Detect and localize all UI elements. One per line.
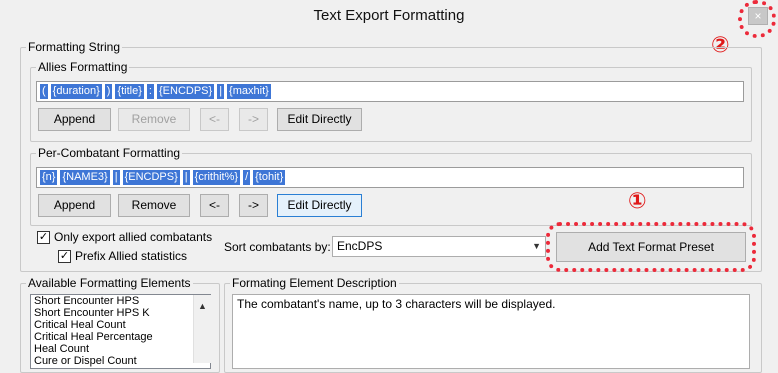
per-combatant-token[interactable]: {crithit%}	[192, 170, 241, 185]
sort-combatants-select[interactable]: EncDPS ▼	[332, 236, 546, 257]
per-combatant-remove-button[interactable]: Remove	[118, 194, 190, 217]
list-item[interactable]: Critical Heal Percentage	[31, 331, 210, 343]
highlight-ring-close	[738, 0, 776, 38]
checkmark-icon: ✓	[38, 231, 49, 243]
list-item[interactable]: Heal Count	[31, 343, 210, 355]
per-combatant-token-list: {n} {NAME3} | {ENCDPS} | {crithit%} / {tohit}	[40, 170, 288, 185]
checkmark-icon: ✓	[59, 250, 70, 262]
list-item[interactable]: Critical Heal Count	[31, 319, 210, 331]
allies-token[interactable]: {maxhit}	[227, 84, 271, 99]
per-combatant-move-right-button[interactable]: ->	[239, 194, 268, 217]
allies-token[interactable]: {duration}	[50, 84, 102, 99]
allies-edit-directly-button[interactable]: Edit Directly	[277, 108, 362, 131]
allies-remove-button[interactable]: Remove	[118, 108, 190, 131]
list-item[interactable]: Short Encounter HPS	[31, 295, 210, 307]
only-allied-label: Only export allied combatants	[54, 230, 213, 244]
per-combatant-token[interactable]: /	[243, 170, 251, 185]
per-combatant-edit-directly-button[interactable]: Edit Directly	[277, 194, 362, 217]
allies-formatting-label: Allies Formatting	[36, 60, 130, 74]
per-combatant-token[interactable]: {tohit}	[253, 170, 286, 185]
highlight-ring-preset	[546, 222, 756, 272]
elements-scrollbar[interactable]: ▲	[193, 295, 211, 363]
allies-token[interactable]: (	[40, 84, 48, 99]
scroll-up-icon[interactable]: ▲	[194, 295, 211, 317]
per-combatant-format-strip[interactable]: {n} {NAME3} | {ENCDPS} | {crithit%} / {tohit}	[36, 167, 744, 188]
per-combatant-label: Per-Combatant Formatting	[36, 146, 183, 160]
per-combatant-token[interactable]: |	[182, 170, 190, 185]
allies-move-left-button[interactable]: <-	[200, 108, 229, 131]
per-combatant-move-left-button[interactable]: <-	[200, 194, 229, 217]
allies-token[interactable]: {ENCDPS}	[156, 84, 215, 99]
prefix-allied-label: Prefix Allied statistics	[75, 249, 188, 263]
allies-token[interactable]: |	[217, 84, 225, 99]
elements-list: Short Encounter HPS Short Encounter HPS K…	[31, 295, 210, 367]
allies-append-button[interactable]: Append	[38, 108, 111, 131]
allies-token[interactable]: :	[146, 84, 154, 99]
per-combatant-append-button[interactable]: Append	[38, 194, 111, 217]
per-combatant-token[interactable]: {ENCDPS}	[122, 170, 180, 185]
allies-token-list: ({duration}) {title}: {ENCDPS} | {maxhit}	[40, 84, 274, 99]
elements-label: Available Formatting Elements	[26, 276, 193, 290]
allies-move-right-button[interactable]: ->	[239, 108, 268, 131]
sort-combatants-label: Sort combatants by:	[224, 240, 331, 254]
allies-token[interactable]: )	[104, 84, 113, 99]
sort-combatants-value: EncDPS	[337, 239, 383, 253]
allies-token[interactable]: {title}	[115, 84, 144, 99]
description-text: The combatant's name, up to 3 characters…	[237, 297, 556, 311]
description-box[interactable]: The combatant's name, up to 3 characters…	[232, 294, 750, 369]
allies-format-strip[interactable]: ({duration}) {title}: {ENCDPS} | {maxhit}	[36, 81, 744, 102]
formatting-string-label: Formatting String	[26, 40, 123, 54]
chevron-down-icon: ▼	[532, 241, 541, 251]
elements-listbox[interactable]: Short Encounter HPS Short Encounter HPS K…	[30, 294, 211, 369]
per-combatant-token[interactable]: {n}	[40, 170, 58, 185]
window-title: Text Export Formatting	[313, 7, 465, 24]
list-item[interactable]: Short Encounter HPS K	[31, 307, 210, 319]
only-allied-checkbox[interactable]: ✓	[37, 231, 50, 244]
annotation-marker-1: ①	[628, 188, 647, 213]
list-item[interactable]: Cure or Dispel Count	[31, 355, 210, 367]
description-label: Formating Element Description	[230, 276, 399, 290]
per-combatant-token[interactable]: {NAME3}	[60, 170, 110, 185]
per-combatant-token[interactable]: |	[112, 170, 120, 185]
prefix-allied-checkbox[interactable]: ✓	[58, 250, 71, 263]
